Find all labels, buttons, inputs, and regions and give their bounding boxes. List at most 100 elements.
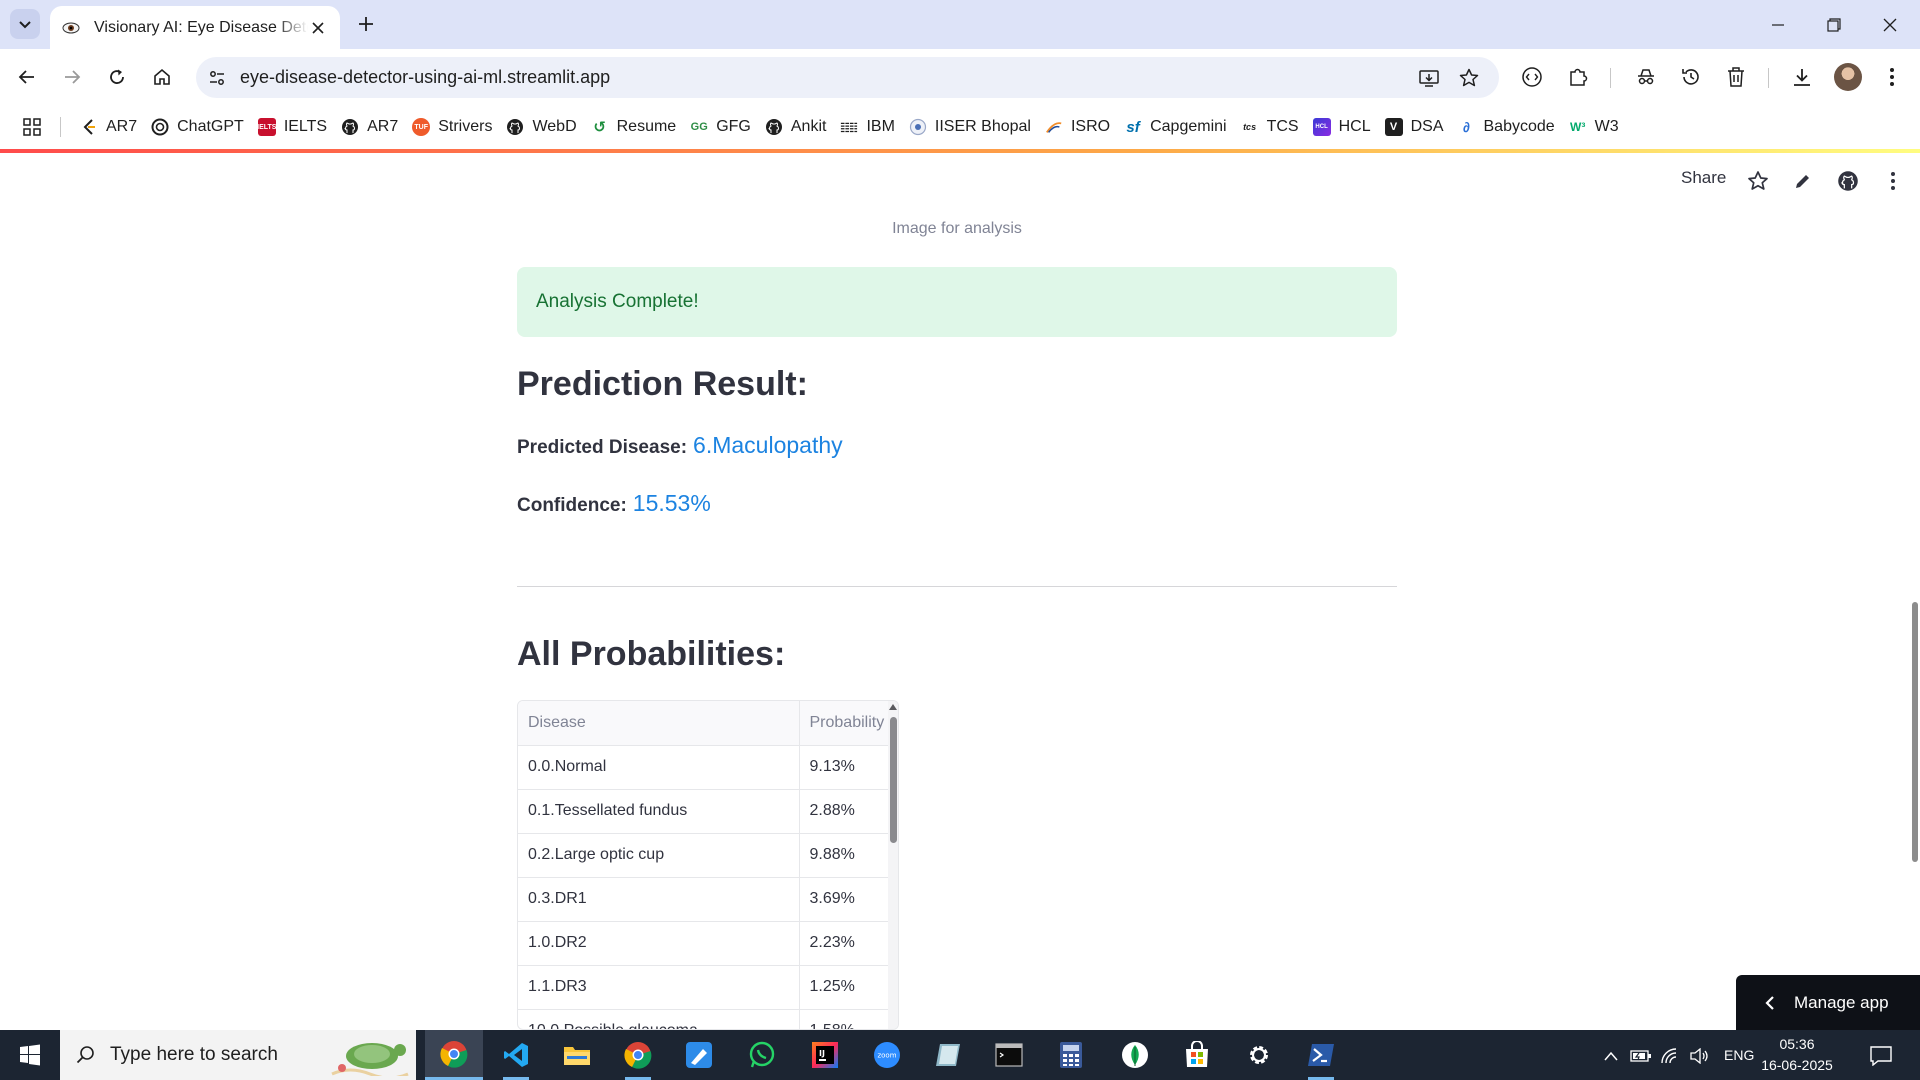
reload-button[interactable]: [101, 61, 133, 93]
taskbar-whatsapp[interactable]: [733, 1030, 791, 1080]
page-scrollbar-thumb[interactable]: [1912, 602, 1918, 862]
delete-icon[interactable]: [1720, 61, 1752, 93]
edit-pencil-icon[interactable]: [1790, 168, 1816, 194]
probability-cell[interactable]: 1.58%: [799, 1009, 895, 1029]
start-button[interactable]: [0, 1030, 60, 1080]
history-icon[interactable]: [1675, 61, 1707, 93]
star-icon[interactable]: [1745, 168, 1771, 194]
incognito-icon[interactable]: [1630, 61, 1662, 93]
manage-app-button[interactable]: Manage app: [1736, 975, 1920, 1030]
tab-search-button[interactable]: [10, 9, 40, 39]
taskbar-chrome-active[interactable]: [425, 1030, 483, 1080]
github-icon[interactable]: [1835, 168, 1861, 194]
whatsapp-icon: [749, 1041, 775, 1068]
share-button[interactable]: Share: [1681, 168, 1726, 188]
download-icon[interactable]: [1786, 61, 1818, 93]
disease-cell[interactable]: 0.3.DR1: [518, 877, 800, 922]
restore-window-button[interactable]: [1806, 0, 1862, 49]
bookmark-item[interactable]: IBM: [833, 111, 901, 143]
bookmark-item[interactable]: IISER Bhopal: [902, 111, 1038, 143]
bookmarks-bar: AR7 ChatGPT IELTS IELTS AR7 TUF Strivers W…: [0, 105, 1920, 149]
input-language[interactable]: ENG: [1724, 1047, 1754, 1063]
home-button[interactable]: [146, 61, 178, 93]
install-app-icon[interactable]: [1414, 63, 1444, 93]
disease-cell[interactable]: 1.1.DR3: [518, 965, 800, 1010]
disease-cell[interactable]: 0.0.Normal: [518, 745, 800, 790]
close-window-button[interactable]: [1862, 0, 1918, 49]
taskbar-terminal[interactable]: [980, 1030, 1038, 1080]
wifi-icon[interactable]: [1660, 1045, 1682, 1067]
table-scrollbar[interactable]: [888, 701, 898, 1029]
new-tab-button[interactable]: [352, 10, 380, 38]
disease-cell[interactable]: 10.0.Possible glaucoma: [518, 1009, 800, 1029]
url-text[interactable]: eye-disease-detector-using-ai-ml.streaml…: [240, 67, 610, 88]
address-bar[interactable]: eye-disease-detector-using-ai-ml.streaml…: [196, 57, 1499, 98]
bookmark-item[interactable]: W³ W3: [1562, 111, 1626, 143]
disease-cell[interactable]: 1.0.DR2: [518, 921, 800, 966]
taskbar-powershell[interactable]: [1292, 1030, 1350, 1080]
taskbar-store[interactable]: [1168, 1030, 1226, 1080]
taskbar-intellij[interactable]: IJ: [796, 1030, 854, 1080]
extension-code-icon[interactable]: [1516, 61, 1548, 93]
probability-cell[interactable]: 2.88%: [799, 789, 895, 834]
probability-cell[interactable]: 2.23%: [799, 921, 895, 966]
bookmark-item[interactable]: ∂ Babycode: [1451, 111, 1562, 143]
probability-cell[interactable]: 1.25%: [799, 965, 895, 1010]
bookmark-star-icon[interactable]: [1454, 63, 1484, 93]
zoom-icon: zoom: [874, 1042, 900, 1068]
bookmark-item[interactable]: ChatGPT: [144, 111, 251, 143]
github-icon: [341, 118, 359, 136]
taskbar-file-explorer[interactable]: [548, 1030, 606, 1080]
bookmark-item[interactable]: TUF Strivers: [405, 111, 499, 143]
app-menu-icon[interactable]: [1880, 168, 1906, 194]
extensions-puzzle-icon[interactable]: [1562, 61, 1594, 93]
probability-cell[interactable]: 3.69%: [799, 877, 895, 922]
scroll-up-arrow-icon[interactable]: [889, 704, 897, 710]
back-button[interactable]: [11, 61, 43, 93]
table-scrollbar-thumb[interactable]: [890, 717, 897, 843]
taskbar-settings[interactable]: [1230, 1030, 1288, 1080]
babycode-icon: ∂: [1463, 119, 1470, 135]
bookmark-item[interactable]: HCL HCL: [1306, 111, 1378, 143]
column-header-probability[interactable]: Probability: [799, 701, 895, 746]
taskbar-mongodb[interactable]: [1106, 1030, 1164, 1080]
battery-icon[interactable]: [1630, 1045, 1652, 1067]
taskbar-search-box[interactable]: Type here to search: [60, 1030, 416, 1080]
browser-menu-icon[interactable]: [1876, 61, 1908, 93]
probabilities-table[interactable]: Disease Probability 0.0.Normal 9.13% 0.1.…: [517, 700, 899, 1030]
minimize-window-button[interactable]: [1750, 0, 1806, 49]
browser-tab-active[interactable]: Visionary AI: Eye Disease Detector: [50, 6, 340, 49]
taskbar-calculator[interactable]: [1042, 1030, 1100, 1080]
notification-center-icon[interactable]: [1868, 1043, 1894, 1069]
bookmark-item[interactable]: IELTS IELTS: [251, 111, 334, 143]
column-header-disease[interactable]: Disease: [518, 701, 800, 746]
bookmark-item[interactable]: WebD: [499, 111, 583, 143]
taskbar-zoom[interactable]: zoom: [858, 1030, 916, 1080]
forward-button[interactable]: [56, 61, 88, 93]
bookmark-item[interactable]: ↺ Resume: [584, 111, 684, 143]
bookmark-item[interactable]: sf Capgemini: [1117, 111, 1233, 143]
close-tab-icon[interactable]: [308, 18, 328, 38]
profile-avatar[interactable]: [1834, 63, 1862, 91]
bookmark-item[interactable]: tcs TCS: [1234, 111, 1306, 143]
taskbar-notes-app[interactable]: [919, 1030, 977, 1080]
probability-cell[interactable]: 9.88%: [799, 833, 895, 878]
bookmark-item[interactable]: AR7: [334, 111, 405, 143]
show-hidden-icons-chevron-up-icon[interactable]: [1600, 1045, 1622, 1067]
bookmark-item[interactable]: GG GFG: [683, 111, 758, 143]
taskbar-clock[interactable]: 05:36 16-06-2025: [1752, 1034, 1842, 1076]
bookmark-item[interactable]: Ankit: [758, 111, 834, 143]
taskbar-chrome-2[interactable]: [609, 1030, 667, 1080]
probability-cell[interactable]: 9.13%: [799, 745, 895, 790]
close-icon: [1883, 18, 1897, 31]
bookmark-item[interactable]: AR7: [73, 111, 144, 143]
apps-grid-icon[interactable]: [18, 113, 46, 141]
bookmark-item[interactable]: V DSA: [1378, 111, 1451, 143]
taskbar-vscode[interactable]: [487, 1030, 545, 1080]
disease-cell[interactable]: 0.2.Large optic cup: [518, 833, 800, 878]
taskbar-pencil-app[interactable]: [670, 1030, 728, 1080]
site-info-icon[interactable]: [202, 63, 232, 93]
bookmark-item[interactable]: ISRO: [1038, 111, 1117, 143]
volume-icon[interactable]: [1688, 1045, 1710, 1067]
disease-cell[interactable]: 0.1.Tessellated fundus: [518, 789, 800, 834]
